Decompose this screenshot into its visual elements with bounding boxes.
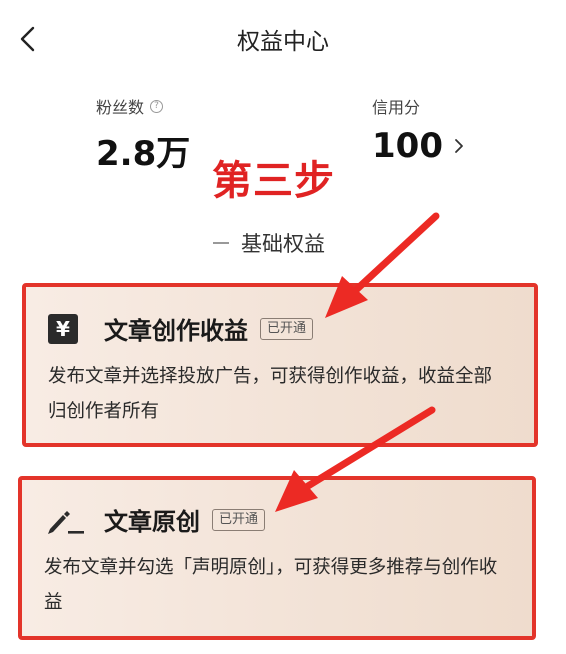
fans-stat[interactable]: 粉丝数 ? 2.8万 [96, 94, 190, 175]
pen-icon [48, 510, 84, 534]
fans-value: 2.8万 [96, 134, 191, 174]
section-title-text: 基础权益 [241, 232, 325, 256]
header: 权益中心 [0, 0, 566, 78]
info-icon[interactable]: ? [150, 99, 164, 113]
credit-label: 信用分 [372, 98, 421, 117]
yen-icon: ¥ [48, 313, 78, 344]
benefit-card-article-revenue[interactable]: ¥ 文章创作收益 已开通 发布文章并选择投放广告，可获得创作收益，收益全部归创作… [22, 283, 538, 447]
status-badge: 已开通 [260, 317, 314, 340]
credit-stat[interactable]: 信用分 100 [372, 94, 465, 166]
page-title: 权益中心 [237, 29, 329, 55]
benefit-title: 文章原创 [104, 508, 200, 536]
divider-left [213, 242, 229, 244]
benefit-card-original-article[interactable]: 文章原创 已开通 发布文章并勾选「声明原创」，可获得更多推荐与创作收益 [18, 476, 536, 640]
step-annotation: 第三步 [212, 158, 335, 204]
fans-label: 粉丝数 [96, 98, 145, 117]
benefit-description: 发布文章并选择投放广告，可获得创作收益，收益全部归创作者所有 [48, 366, 493, 422]
chevron-right-icon[interactable] [453, 137, 465, 155]
benefit-title: 文章创作收益 [104, 317, 248, 345]
benefit-description: 发布文章并勾选「声明原创」，可获得更多推荐与创作收益 [44, 557, 498, 613]
status-badge: 已开通 [212, 508, 266, 531]
section-title: 基础权益 [0, 228, 566, 258]
credit-value: 100 [372, 126, 443, 166]
